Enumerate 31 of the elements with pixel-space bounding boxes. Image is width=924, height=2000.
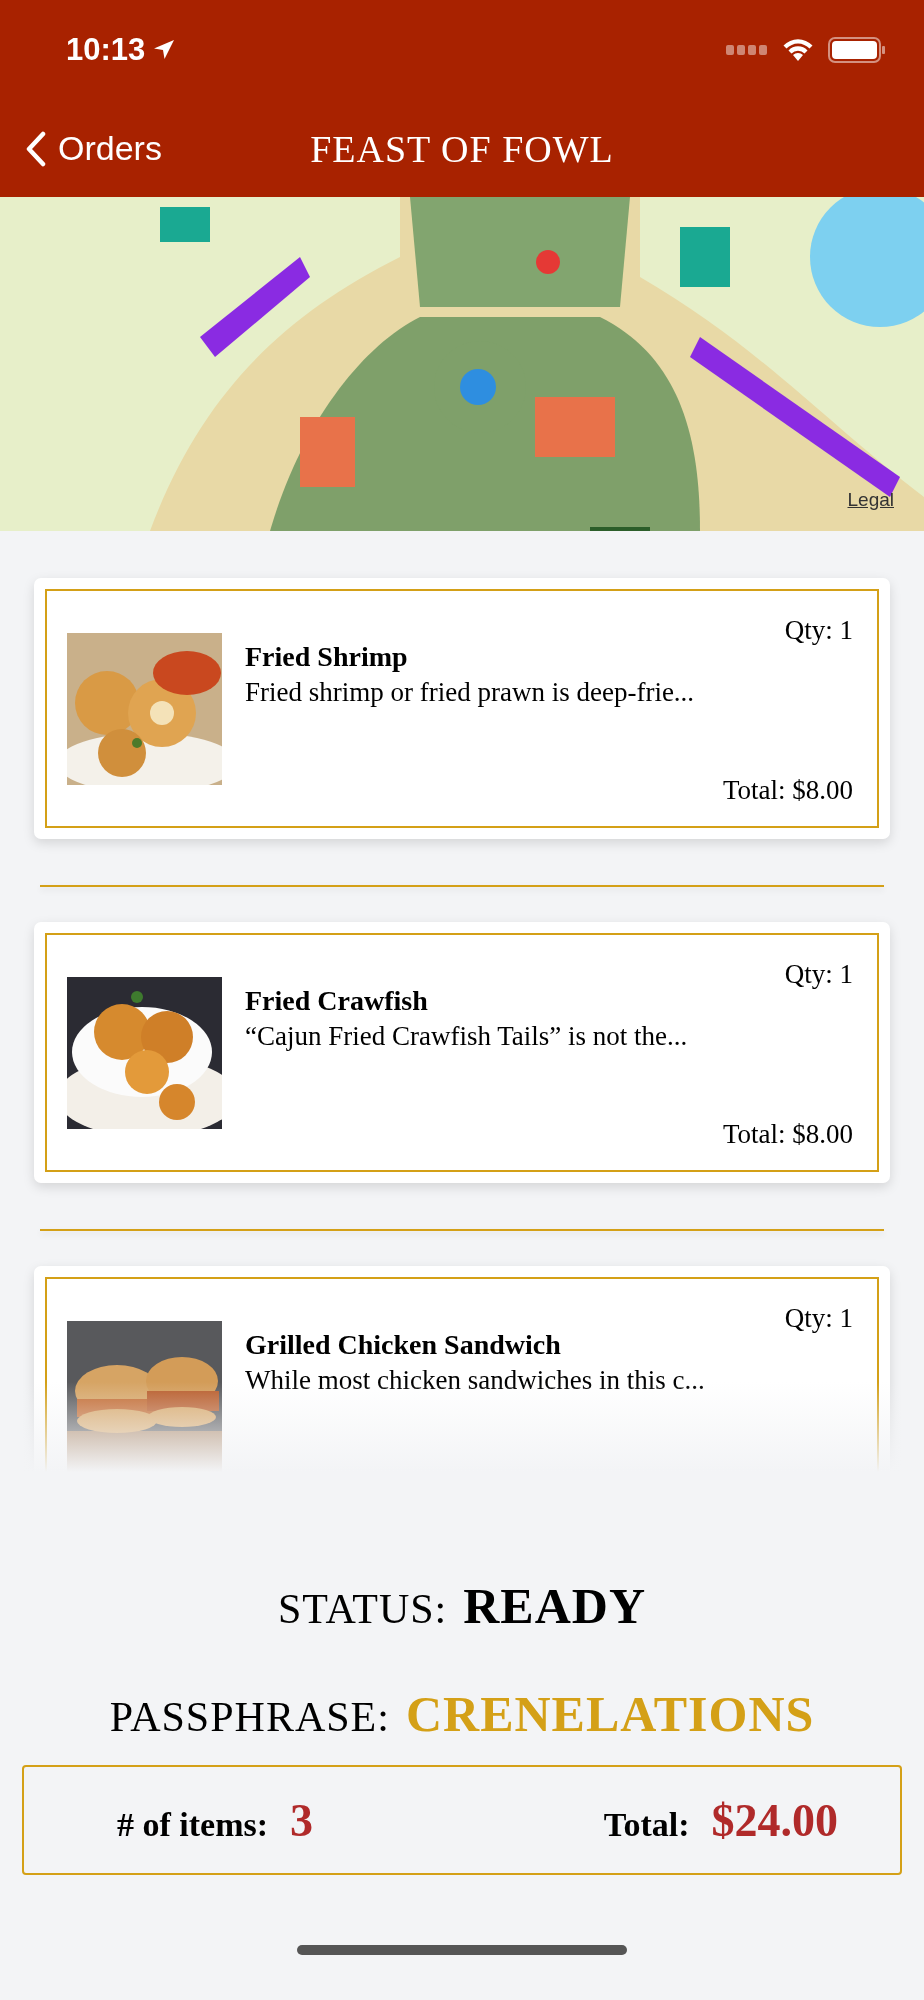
- legal-link[interactable]: Legal: [847, 489, 894, 511]
- item-description: While most chicken sandwiches in this c...: [245, 1365, 705, 1396]
- item-quantity: Qty: 1: [784, 1303, 853, 1334]
- passphrase-value: CRENELATIONS: [405, 1685, 815, 1743]
- item-quantity: Qty: 1: [784, 959, 853, 990]
- order-total-value: $24.00: [711, 1793, 838, 1847]
- screen-title: FEAST OF FOWL: [310, 127, 614, 170]
- order-card[interactable]: Fried Crawfish “Cajun Fried Crawfish Tails” is not the... Qty: 1 Total: $8.00: [34, 922, 890, 1183]
- item-count-value: 3: [290, 1793, 314, 1847]
- item-name: Fried Crawfish: [245, 985, 429, 1017]
- status-time: 10:13: [66, 32, 146, 68]
- order-card[interactable]: Fried Shrimp Fried shrimp or fried prawn is deep-frie... Qty: 1 Total: $8.00: [34, 578, 890, 839]
- item-name: Fried Shrimp: [245, 641, 409, 673]
- item-quantity: Qty: 1: [784, 615, 853, 646]
- status-value: READY: [463, 1577, 647, 1635]
- item-description: “Cajun Fried Crawfish Tails” is not the...: [245, 1021, 688, 1052]
- item-description: Fried shrimp or fried prawn is deep-frie...: [245, 677, 695, 708]
- battery-icon: [828, 37, 886, 63]
- order-card[interactable]: Grilled Chicken Sandwich While most chicken sandwiches in this c... Qty: 1: [34, 1266, 890, 1472]
- item-total: Total: $8.00: [722, 1119, 853, 1150]
- back-button[interactable]: Orders: [0, 129, 162, 168]
- passphrase-label: PASSPHRASE:: [109, 1693, 390, 1741]
- wifi-icon: [782, 38, 814, 62]
- item-count-label: # of items:: [117, 1805, 269, 1844]
- item-name: Grilled Chicken Sandwich: [245, 1329, 562, 1361]
- item-total: Total: $8.00: [722, 775, 853, 806]
- order-total-label: Total:: [603, 1805, 690, 1844]
- location-arrow-icon: [153, 39, 176, 61]
- back-chevron-icon: [26, 130, 46, 167]
- status-label: STATUS:: [277, 1585, 448, 1633]
- signal-icon: [726, 45, 768, 55]
